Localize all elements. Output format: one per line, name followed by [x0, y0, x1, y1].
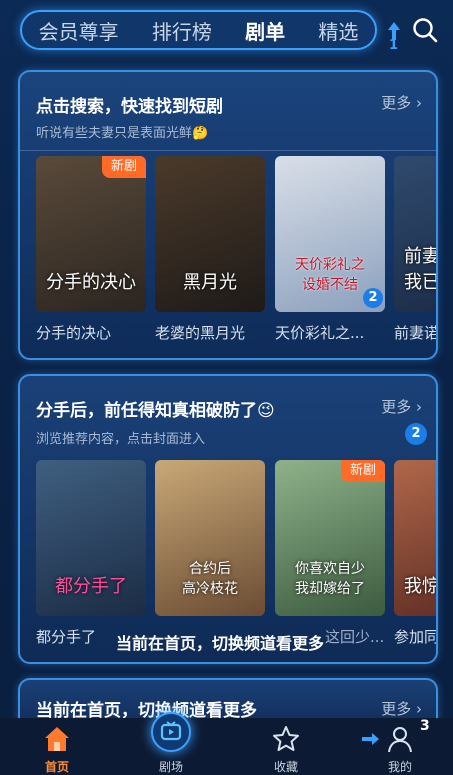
poster-card[interactable]: 分手的决心 新剧	[36, 156, 146, 312]
more-link[interactable]: 更多 ›	[381, 92, 422, 113]
poster-text: 我惊	[404, 576, 438, 597]
user-icon	[388, 727, 412, 753]
poster-title: 天价彩礼之...	[275, 324, 365, 342]
tab-ranking[interactable]: 排行榜	[152, 16, 212, 45]
poster-title: 都分手了	[36, 628, 97, 646]
poster-card[interactable]: 天价彩礼之 设婚不结 2	[275, 156, 385, 312]
home-icon	[45, 727, 69, 751]
nav-favorites[interactable]: 收藏	[241, 718, 331, 775]
poster-text: 都分手了	[55, 576, 127, 597]
tab-playlist[interactable]: 剧单	[245, 16, 285, 45]
nav-label: 我的	[387, 760, 412, 774]
section-subtitle: 听说有些夫妻只是表面光鲜🤔	[36, 126, 209, 141]
poster-card[interactable]: 你喜欢自少 我却嫁给了 新剧	[275, 460, 385, 616]
poster-title: 老婆的黑月光	[155, 324, 246, 342]
more-link[interactable]: 更多 ›	[381, 396, 422, 417]
section-title: 点击搜索，快速找到短剧	[36, 97, 223, 117]
poster-title: 前妻诺	[394, 324, 438, 342]
theater-icon	[151, 712, 191, 752]
more-link[interactable]: 更多 ›	[381, 698, 422, 719]
poster-text: 前妻 我已	[404, 246, 438, 293]
tab-featured[interactable]: 精选	[318, 16, 358, 45]
step-badge: 1	[389, 38, 399, 53]
divider	[20, 150, 436, 151]
section-card-2: 分手后，前任得知真相破防了😉 更多 › 浏览推荐内容，点击封面进入 都分手了 合…	[18, 374, 438, 664]
bottom-nav: 首页 剧场 收藏 我的 3	[0, 712, 453, 775]
nav-label: 剧场	[158, 760, 183, 774]
star-icon	[273, 726, 299, 751]
channel-tabs: 会员尊享 排行榜 剧单 精选	[20, 10, 377, 50]
section-card-1: 点击搜索，快速找到短剧 更多 › 听说有些夫妻只是表面光鲜🤔 分手的决心 新剧 …	[18, 70, 438, 360]
poster-text: 你喜欢自少 我却嫁给了	[295, 561, 365, 597]
section-title: 分手后，前任得知真相破防了😉	[36, 401, 275, 421]
poster-title: 参加同	[394, 628, 438, 646]
step-badge: 3	[420, 718, 430, 734]
nav-theater[interactable]: 剧场	[126, 712, 216, 775]
top-bar: 会员尊享 排行榜 剧单 精选 1	[0, 0, 453, 62]
nav-profile[interactable]: 我的	[355, 718, 445, 775]
nav-label: 首页	[44, 760, 69, 774]
section-subtitle: 浏览推荐内容，点击封面进入	[36, 432, 206, 447]
episode-count-badge: 2	[363, 288, 383, 308]
new-badge: 新剧	[102, 156, 146, 178]
poster-text: 黑月光	[183, 272, 237, 293]
poster-card[interactable]: 都分手了	[36, 460, 146, 616]
toast-message: 当前在首页，切换频道看更多	[116, 634, 325, 653]
poster-card[interactable]: 前妻 我已	[394, 156, 438, 312]
nav-home[interactable]: 首页	[12, 718, 102, 775]
nav-label: 收藏	[273, 760, 298, 774]
poster-card[interactable]: 黑月光	[155, 156, 265, 312]
poster-text: 合约后 高冷枝花	[182, 561, 238, 597]
poster-text: 分手的决心	[46, 272, 136, 293]
poster-title: 分手的决心	[36, 324, 112, 342]
new-badge: 新剧	[341, 460, 385, 482]
poster-card[interactable]: 合约后 高冷枝花	[155, 460, 265, 616]
poster-card[interactable]: 我惊	[394, 460, 438, 616]
tab-vip[interactable]: 会员尊享	[39, 16, 119, 45]
step-badge: 2	[405, 423, 427, 445]
search-icon[interactable]	[411, 16, 439, 44]
